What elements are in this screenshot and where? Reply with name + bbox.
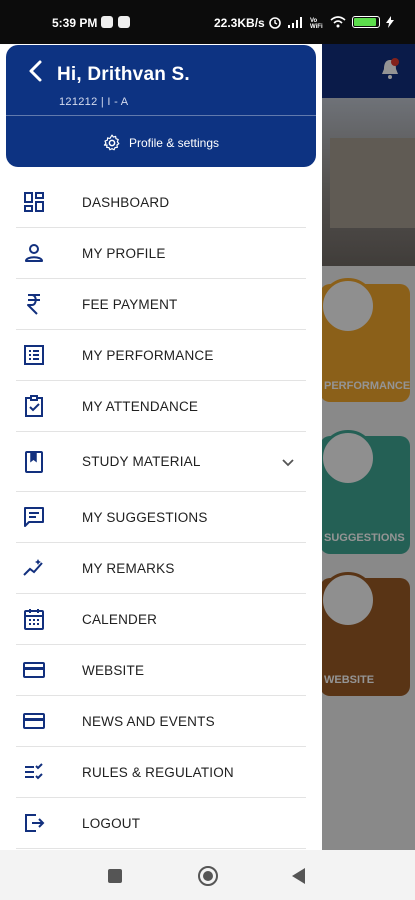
back-arrow-icon[interactable]	[22, 57, 50, 85]
menu-item-my-remarks[interactable]: MY REMARKS	[16, 543, 306, 594]
checklist-icon	[25, 763, 43, 780]
menu-item-news-and-events[interactable]: NEWS AND EVENTS	[16, 696, 306, 747]
battery-fill	[354, 18, 377, 26]
menu-item-dashboard[interactable]: DASHBOARD	[16, 177, 306, 228]
alarm-icon	[269, 17, 281, 29]
divider	[6, 115, 316, 116]
user-class-info: 121212 | I - A	[59, 96, 129, 108]
calendar-icon	[24, 609, 44, 630]
volte-icon: VoWiFi	[310, 18, 323, 28]
gear-icon	[103, 134, 120, 151]
menu-item-label: LOGOUT	[82, 815, 141, 831]
profile-card: Hi, Drithvan S. 121212 | I - A Profile &…	[6, 45, 316, 167]
menu-item-rules-regulation[interactable]: RULES & REGULATION	[16, 747, 306, 798]
menu-item-website[interactable]: WEBSITE	[16, 645, 306, 696]
menu-item-label: MY PERFORMANCE	[82, 347, 214, 363]
menu-item-label: MY ATTENDANCE	[82, 398, 199, 414]
home-icon[interactable]	[197, 865, 219, 887]
person-icon	[25, 244, 43, 262]
drawer-menu: DASHBOARD MY PROFILE FEE PAYMENT MY PERF…	[16, 177, 306, 849]
menu-item-study-material[interactable]: STUDY MATERIAL	[16, 432, 306, 492]
svg-text:WiFi: WiFi	[310, 24, 323, 28]
notification-icon	[101, 16, 113, 28]
menu-item-label: RULES & REGULATION	[82, 764, 234, 780]
wifi-icon	[330, 16, 346, 28]
status-bar: 5:39 PM 22.3KB/s Vo WiFi	[0, 0, 415, 44]
menu-item-my-attendance[interactable]: MY ATTENDANCE	[16, 381, 306, 432]
chevron-down-icon[interactable]	[280, 454, 296, 470]
charging-icon	[386, 16, 394, 28]
menu-item-calender[interactable]: CALENDER	[16, 594, 306, 645]
list-icon	[24, 345, 44, 365]
back-icon[interactable]	[290, 867, 306, 885]
system-nav-bar	[0, 850, 415, 900]
menu-item-logout[interactable]: LOGOUT	[16, 798, 306, 849]
menu-item-my-suggestions[interactable]: MY SUGGESTIONS	[16, 492, 306, 543]
status-time: 5:39 PM	[52, 16, 98, 30]
card-icon	[23, 713, 45, 729]
trend-icon	[23, 559, 43, 576]
network-speed: 22.3KB/s	[214, 16, 265, 30]
recent-apps-icon[interactable]	[107, 868, 123, 884]
menu-item-my-performance[interactable]: MY PERFORMANCE	[16, 330, 306, 381]
menu-item-label: CALENDER	[82, 611, 158, 627]
menu-item-label: WEBSITE	[82, 662, 145, 678]
menu-item-label: DASHBOARD	[82, 194, 170, 210]
navigation-drawer: Hi, Drithvan S. 121212 | I - A Profile &…	[0, 44, 322, 850]
menu-item-label: NEWS AND EVENTS	[82, 713, 215, 729]
menu-item-my-profile[interactable]: MY PROFILE	[16, 228, 306, 279]
logout-icon	[25, 814, 45, 832]
book-icon	[25, 450, 43, 473]
menu-item-label: STUDY MATERIAL	[82, 454, 201, 469]
rupee-icon	[27, 294, 40, 315]
profile-settings-button[interactable]: Profile & settings	[6, 131, 316, 155]
clipboard-check-icon	[25, 395, 43, 417]
user-greeting: Hi, Drithvan S.	[57, 64, 190, 85]
menu-item-label: MY PROFILE	[82, 245, 166, 261]
card-icon	[23, 662, 45, 678]
dashboard-icon	[24, 192, 44, 212]
status-icons: Vo WiFi	[268, 14, 394, 30]
menu-item-label: MY REMARKS	[82, 560, 175, 576]
chat-icon	[24, 507, 44, 527]
signal-icon	[288, 17, 302, 28]
menu-item-label: FEE PAYMENT	[82, 296, 178, 312]
battery-icon	[352, 16, 380, 28]
notification-icon	[118, 16, 130, 28]
menu-item-label: MY SUGGESTIONS	[82, 509, 208, 525]
menu-item-fee-payment[interactable]: FEE PAYMENT	[16, 279, 306, 330]
profile-settings-label: Profile & settings	[128, 136, 220, 150]
